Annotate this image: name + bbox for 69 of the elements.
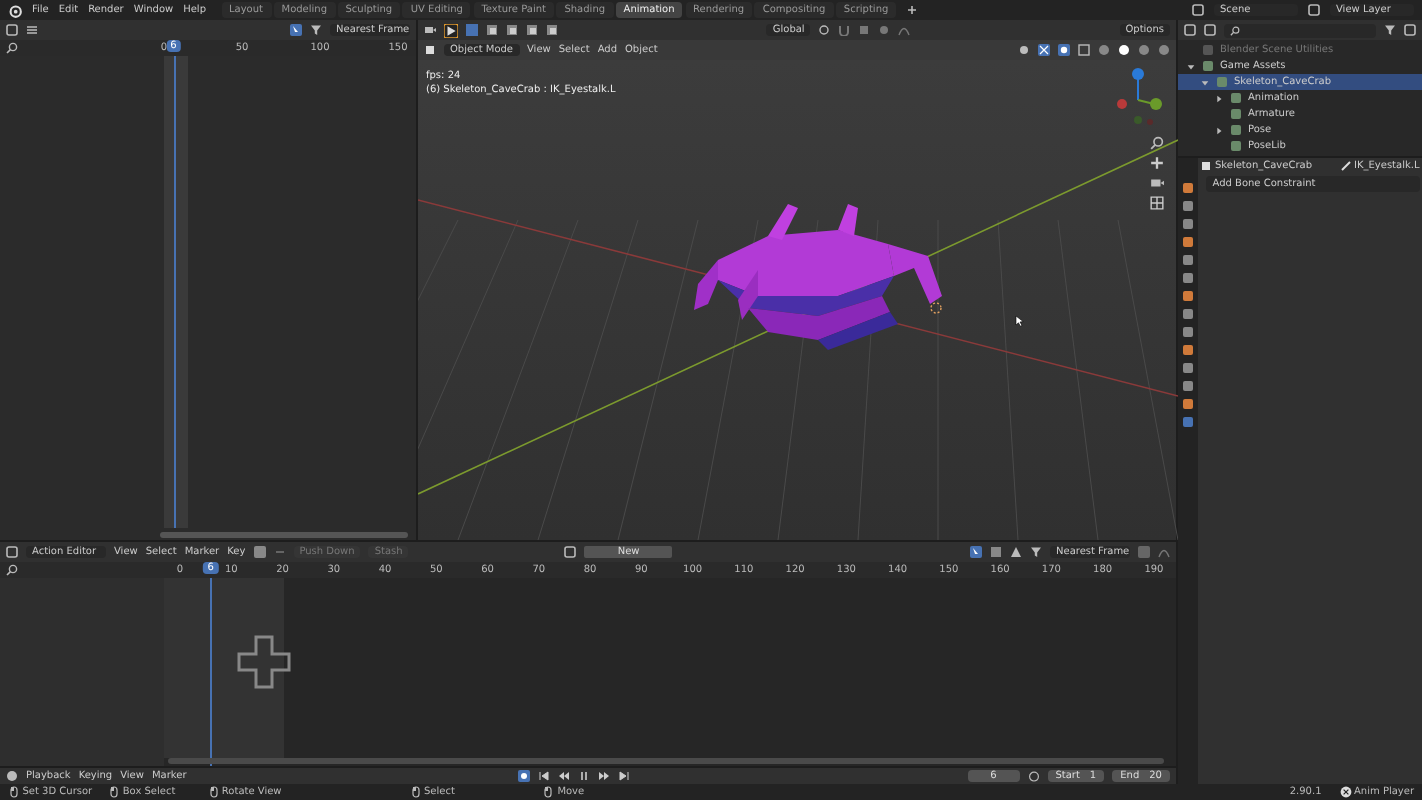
editor-type-icon[interactable] [6,24,18,36]
hidden-icon[interactable] [990,546,1002,558]
jump-start-icon[interactable] [538,770,551,782]
filter-icon[interactable] [1030,546,1042,558]
scene-icon[interactable] [1192,4,1204,16]
pivot-icon[interactable] [818,24,831,36]
mouse-cursor-icon [1014,314,1026,328]
filter-icon[interactable] [1384,24,1396,36]
editor-type-icon[interactable] [1184,24,1196,36]
filter-icon[interactable] [310,24,322,36]
object-mode-icon[interactable] [424,44,436,56]
falloff-icon[interactable] [898,24,911,36]
editor-type-icon[interactable] [424,24,436,36]
select-extend-icon[interactable] [486,24,498,36]
visibility-icon[interactable] [1018,44,1030,56]
search-icon [1230,25,1240,35]
mouse-icon [108,786,121,798]
gizmo-icon[interactable] [1038,44,1050,56]
jump-end-icon[interactable] [618,770,631,782]
mouse-icon [409,786,422,798]
snap-icon[interactable] [838,24,851,36]
xray-icon[interactable] [1078,44,1090,56]
camera-icon[interactable] [1150,176,1164,190]
play-button[interactable] [444,23,458,37]
falloff-icon[interactable] [1158,546,1170,558]
select-subtract-icon[interactable] [506,24,518,36]
scrollbar[interactable] [160,532,408,538]
scrollbar[interactable] [168,758,1164,764]
pause-icon[interactable] [578,770,591,782]
editor-type-icon[interactable] [6,770,18,782]
pan-icon[interactable] [1150,156,1164,170]
stopwatch-icon[interactable] [1027,770,1040,782]
rendered-shading-icon[interactable] [1158,44,1170,56]
snap-target-icon[interactable] [858,24,871,36]
mouse-icon [542,786,555,798]
mouse-icon [8,786,20,798]
collapsed-arrow-icon[interactable] [1214,125,1224,135]
collapsed-arrow-icon[interactable] [1214,93,1224,103]
view-layer-icon[interactable] [1308,4,1320,16]
select-invert-icon[interactable] [526,24,538,36]
search-field[interactable] [1224,23,1376,37]
display-mode-icon[interactable] [1204,24,1216,36]
menu-icon[interactable] [26,24,38,36]
only-show-selected-icon[interactable] [253,546,266,558]
move-cursor-icon [234,632,294,692]
mouse-icon [207,786,220,798]
add-icon[interactable] [906,4,919,16]
only-selected-icon[interactable] [290,24,302,36]
proportional-edit-icon[interactable] [878,24,891,36]
grid-view-icon[interactable] [1150,196,1164,210]
navigation-gizmo[interactable] [1117,68,1162,125]
zoom-icon[interactable] [1150,136,1164,150]
bone-icon[interactable] [1339,160,1352,173]
record-button[interactable] [518,770,531,782]
wireframe-shading-icon[interactable] [1098,44,1110,56]
search-icon[interactable] [6,564,18,576]
overlay-icon[interactable] [1058,44,1070,56]
select-intersect-icon[interactable] [546,24,558,36]
armature-icon[interactable] [1200,160,1213,173]
close-icon[interactable] [1339,786,1352,798]
new-collection-icon[interactable] [1404,24,1416,36]
solid-shading-icon[interactable] [1118,44,1130,56]
search-icon[interactable] [6,42,18,54]
ghost-icon[interactable] [1010,546,1022,558]
action-icon[interactable] [564,546,577,558]
blender-logo-icon[interactable] [8,3,22,17]
only-selected-icon[interactable] [970,546,982,558]
material-shading-icon[interactable] [1138,44,1150,56]
editor-type-icon[interactable] [6,546,18,558]
